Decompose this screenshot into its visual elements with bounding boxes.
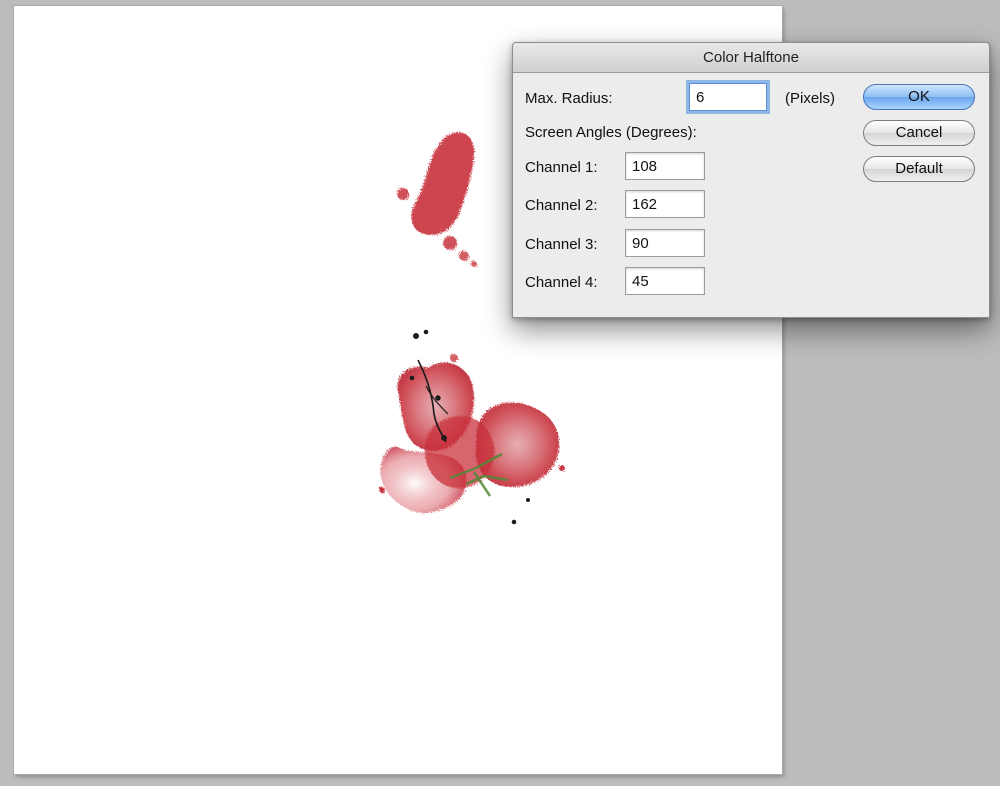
color-halftone-dialog: Color Halftone Max. Radius: (Pixels) Scr… — [512, 42, 990, 318]
channel-1-input[interactable] — [625, 152, 705, 180]
dialog-title[interactable]: Color Halftone — [513, 43, 989, 73]
ok-button[interactable]: OK — [863, 84, 975, 110]
channel-4-input[interactable] — [625, 267, 705, 295]
default-button[interactable]: Default — [863, 156, 975, 182]
workspace-background: Color Halftone Max. Radius: (Pixels) Scr… — [0, 0, 1000, 786]
channel-2-input[interactable] — [625, 190, 705, 218]
pixels-unit-label: (Pixels) — [785, 90, 836, 107]
channel-1-label: Channel 1: — [525, 159, 598, 176]
upper-paint-splash — [397, 132, 477, 267]
cancel-button[interactable]: Cancel — [863, 120, 975, 146]
channel-4-label: Channel 4: — [525, 274, 598, 291]
channel-3-input[interactable] — [625, 229, 705, 257]
channel-3-label: Channel 3: — [525, 236, 598, 253]
max-radius-label: Max. Radius: — [525, 90, 613, 107]
max-radius-input[interactable] — [689, 83, 767, 111]
flower-paint-splash — [379, 354, 565, 513]
channel-2-label: Channel 2: — [525, 197, 598, 214]
screen-angles-label: Screen Angles (Degrees): — [525, 124, 697, 141]
